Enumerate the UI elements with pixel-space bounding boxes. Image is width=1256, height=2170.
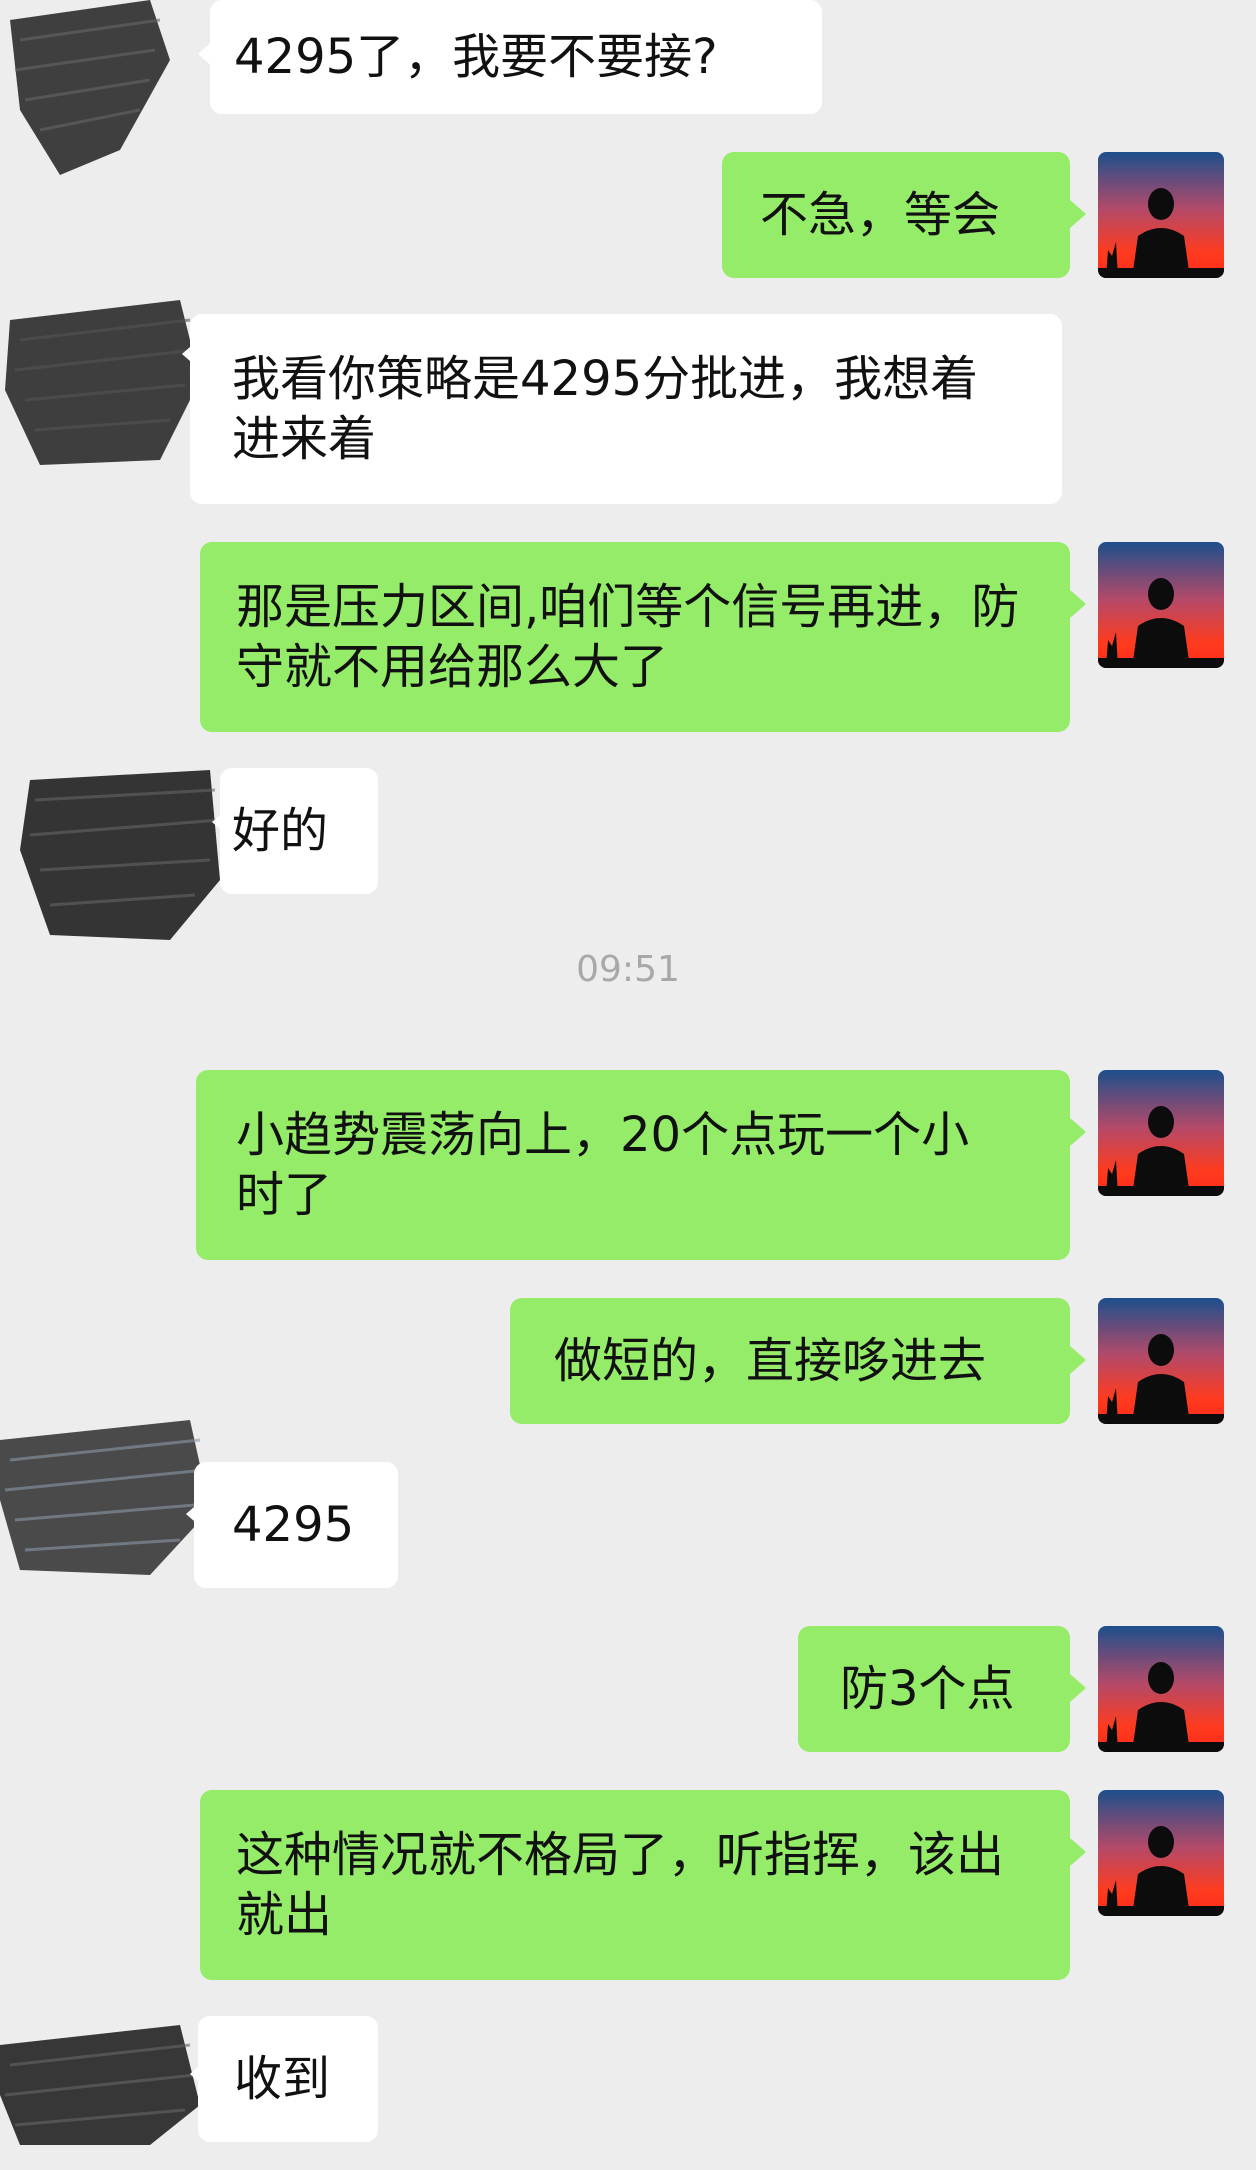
message-text: 不急，等会 (760, 187, 1001, 243)
message-bubble-incoming[interactable]: 4295了，我要不要接? (210, 0, 822, 114)
message-bubble-outgoing[interactable]: 防3个点 (798, 1626, 1070, 1752)
chat-message-list[interactable]: 4295了，我要不要接? 不急，等会 我看你策略是4295分批进，我想着进来着 … (0, 0, 1256, 2145)
message-text: 那是压力区间,咱们等个信号再进，防守就不用给那么大了 (236, 579, 1020, 695)
contact-avatar-redacted[interactable] (20, 760, 230, 940)
contact-avatar-redacted[interactable] (0, 1990, 210, 2170)
message-bubble-incoming[interactable]: 好的 (220, 768, 378, 894)
message-text: 小趋势震荡向上，20个点玩一个小时了 (236, 1107, 970, 1223)
message-text: 4295 (232, 1497, 355, 1553)
sunset-silhouette-icon (1098, 152, 1224, 278)
message-text: 好的 (232, 803, 329, 859)
message-bubble-outgoing[interactable]: 不急，等会 (722, 152, 1070, 278)
contact-avatar-redacted[interactable] (0, 290, 210, 470)
sunset-silhouette-icon (1098, 542, 1224, 668)
message-text: 4295了，我要不要接? (234, 29, 718, 85)
message-text: 这种情况就不格局了，听指挥，该出就出 (236, 1827, 1005, 1943)
self-avatar[interactable] (1098, 542, 1224, 668)
message-bubble-outgoing[interactable]: 做短的，直接哆进去 (510, 1298, 1070, 1424)
self-avatar[interactable] (1098, 1790, 1224, 1916)
self-avatar[interactable] (1098, 1298, 1224, 1424)
message-bubble-outgoing[interactable]: 那是压力区间,咱们等个信号再进，防守就不用给那么大了 (200, 542, 1070, 732)
contact-avatar-redacted[interactable] (0, 0, 210, 180)
timestamp: 09:51 (576, 949, 680, 990)
contact-avatar-redacted[interactable] (0, 1400, 210, 1580)
message-text: 防3个点 (840, 1661, 1015, 1717)
message-text: 我看你策略是4295分批进，我想着进来着 (232, 351, 979, 467)
self-avatar[interactable] (1098, 1070, 1224, 1196)
message-text: 收到 (234, 2051, 331, 2107)
sunset-silhouette-icon (1098, 1070, 1224, 1196)
self-avatar[interactable] (1098, 152, 1224, 278)
self-avatar[interactable] (1098, 1626, 1224, 1752)
sunset-silhouette-icon (1098, 1790, 1224, 1916)
message-bubble-incoming[interactable]: 4295 (194, 1462, 398, 1588)
message-bubble-incoming[interactable]: 收到 (198, 2016, 378, 2142)
sunset-silhouette-icon (1098, 1626, 1224, 1752)
message-bubble-outgoing[interactable]: 小趋势震荡向上，20个点玩一个小时了 (196, 1070, 1070, 1260)
message-bubble-outgoing[interactable]: 这种情况就不格局了，听指挥，该出就出 (200, 1790, 1070, 1980)
message-bubble-incoming[interactable]: 我看你策略是4295分批进，我想着进来着 (190, 314, 1062, 504)
message-text: 做短的，直接哆进去 (554, 1333, 987, 1389)
sunset-silhouette-icon (1098, 1298, 1224, 1424)
